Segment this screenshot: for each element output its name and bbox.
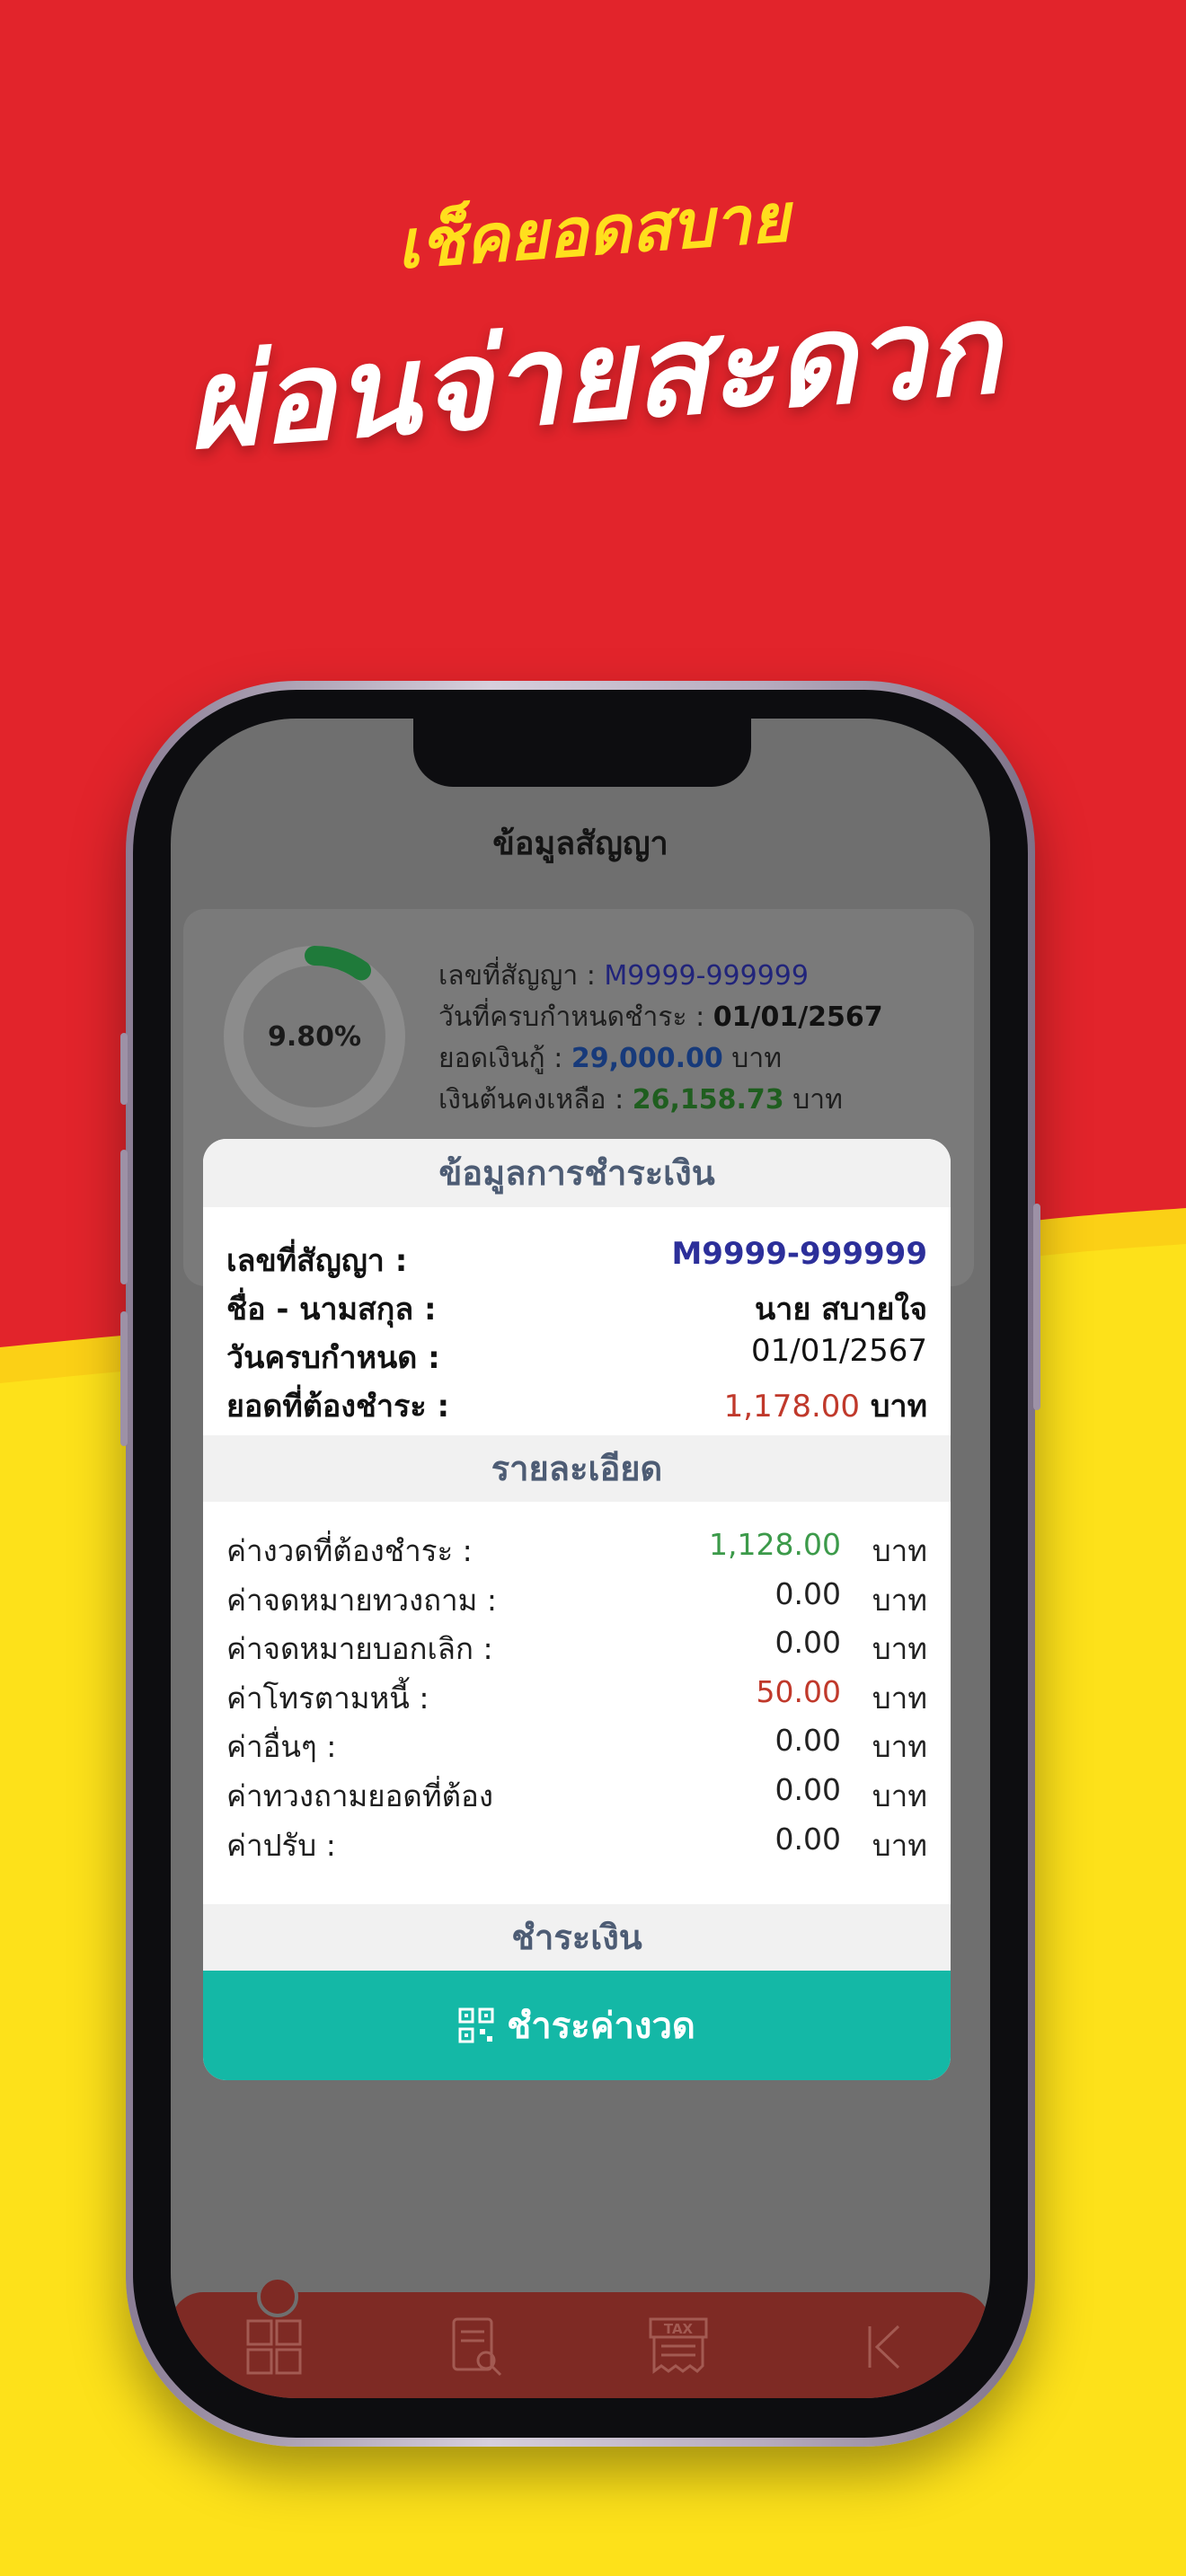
document-search-icon[interactable] [445, 2316, 508, 2378]
detail-amount: 0.00 [774, 1821, 841, 1857]
detail-label: ค่าโทรตามหนี้ : [226, 1680, 429, 1716]
detail-row: ค่าปรับ : 0.00 บาท [203, 1816, 951, 1866]
detail-label: ค่าทวงถามยอดที่ต้อง [226, 1778, 493, 1813]
due-date-value: 01/01/2567 [712, 1001, 883, 1033]
detail-label: ค่าจดหมายบอกเลิก : [226, 1631, 493, 1667]
info-row-name: ชื่อ - นามสกุล : นาย สบายใจ [203, 1279, 951, 1328]
detail-unit: บาท [872, 1827, 927, 1863]
detail-unit: บาท [872, 1631, 927, 1667]
detail-unit: บาท [872, 1533, 927, 1568]
detail-unit: บาท [872, 1582, 927, 1618]
detail-row: ค่าจดหมายทวงถาม : 0.00 บาท [203, 1571, 951, 1620]
side-button [120, 1033, 128, 1105]
detail-row: ค่าจดหมายบอกเลิก : 0.00 บาท [203, 1619, 951, 1669]
info-value: นาย สบายใจ [755, 1292, 927, 1328]
payment-info-modal: ข้อมูลการชำระเงิน เลขที่สัญญา : M9999-99… [203, 1139, 951, 2080]
detail-label: ค่างวดที่ต้องชำระ : [226, 1533, 473, 1568]
detail-label: ค่าจดหมายทวงถาม : [226, 1582, 498, 1618]
principal-left-unit: บาท [783, 1084, 843, 1116]
detail-amount: 0.00 [774, 1723, 841, 1759]
detail-amount: 1,128.00 [709, 1527, 841, 1562]
info-row-contract: เลขที่สัญญา : M9999-999999 [203, 1231, 951, 1279]
side-button [120, 1311, 128, 1446]
detail-row: ค่าโทรตามหนี้ : 50.00 บาท [203, 1669, 951, 1718]
detail-amount: 0.00 [774, 1625, 841, 1661]
payment-section-title: ชำระเงิน [203, 1904, 951, 1971]
payment-info-list: เลขที่สัญญา : M9999-999999 ชื่อ - นามสกุ… [203, 1207, 951, 1435]
detail-unit: บาท [872, 1680, 927, 1716]
contract-no-label: เลขที่สัญญา : [438, 960, 605, 992]
detail-unit: บาท [872, 1729, 927, 1765]
info-label: เลขที่สัญญา : [226, 1243, 408, 1279]
progress-label: 9.80% [267, 1020, 362, 1053]
modal-title: ข้อมูลการชำระเงิน [203, 1139, 951, 1207]
amount-due-value: 1,178.00 [723, 1389, 861, 1425]
info-label: ชื่อ - นามสกุล : [226, 1292, 437, 1328]
details-list: ค่างวดที่ต้องชำระ : 1,128.00 บาท ค่าจดหม… [203, 1502, 951, 1870]
detail-amount: 50.00 [756, 1673, 841, 1709]
detail-label: ค่าอื่นๆ : [226, 1729, 337, 1765]
phone-notch [413, 719, 751, 787]
phone-screen: ข้อมูลสัญญา 9.80% เลขที่สัญญา : M9999-99… [171, 719, 990, 2398]
principal-left-label: เงินต้นคงเหลือ : [438, 1084, 633, 1116]
info-row-amount-due: ยอดที่ต้องชำระ : 1,178.00 บาท [203, 1376, 951, 1425]
amount-due-unit: บาท [870, 1389, 927, 1425]
back-icon[interactable] [854, 2316, 916, 2378]
details-section-title: รายละเอียด [203, 1435, 951, 1502]
detail-amount: 0.00 [774, 1575, 841, 1611]
due-date-label: วันที่ครบกำหนดชำระ : [438, 1001, 713, 1033]
grid-icon[interactable] [243, 2316, 305, 2378]
detail-row: ค่าอื่นๆ : 0.00 บาท [203, 1717, 951, 1767]
detail-label: ค่าปรับ : [226, 1827, 336, 1863]
principal-left-value: 26,158.73 [632, 1084, 784, 1116]
pay-installment-button[interactable]: ชำระค่างวด [203, 1971, 951, 2080]
tax-invoice-icon[interactable]: TAX [647, 2316, 710, 2378]
pay-installment-label: ชำระค่างวด [507, 2006, 695, 2047]
info-label: ยอดที่ต้องชำระ : [226, 1389, 450, 1425]
contract-no-value: M9999-999999 [604, 960, 809, 992]
detail-row: ค่างวดที่ต้องชำระ : 1,128.00 บาท [203, 1522, 951, 1571]
page-title: ข้อมูลสัญญา [492, 825, 668, 862]
active-indicator [257, 2276, 298, 2317]
loan-amount-value: 29,000.00 [571, 1043, 723, 1074]
svg-text:TAX: TAX [664, 2321, 694, 2337]
loan-amount-unit: บาท [722, 1043, 782, 1074]
loan-amount-label: ยอดเงินกู้ : [438, 1043, 571, 1074]
detail-row: ค่าทวงถามยอดที่ต้อง 0.00 บาท [203, 1767, 951, 1816]
info-value: M9999-999999 [671, 1236, 927, 1272]
contract-summary: เลขที่สัญญา : M9999-999999 วันที่ครบกำหน… [438, 956, 883, 1121]
info-value: 01/01/2567 [751, 1333, 927, 1369]
detail-amount: 0.00 [774, 1771, 841, 1807]
qr-code-icon [458, 2007, 494, 2043]
side-button [1033, 1204, 1040, 1410]
info-label: วันครบกำหนด : [226, 1340, 440, 1376]
info-row-due-date: วันครบกำหนด : 01/01/2567 [203, 1328, 951, 1376]
side-button [120, 1150, 128, 1284]
detail-unit: บาท [872, 1778, 927, 1813]
